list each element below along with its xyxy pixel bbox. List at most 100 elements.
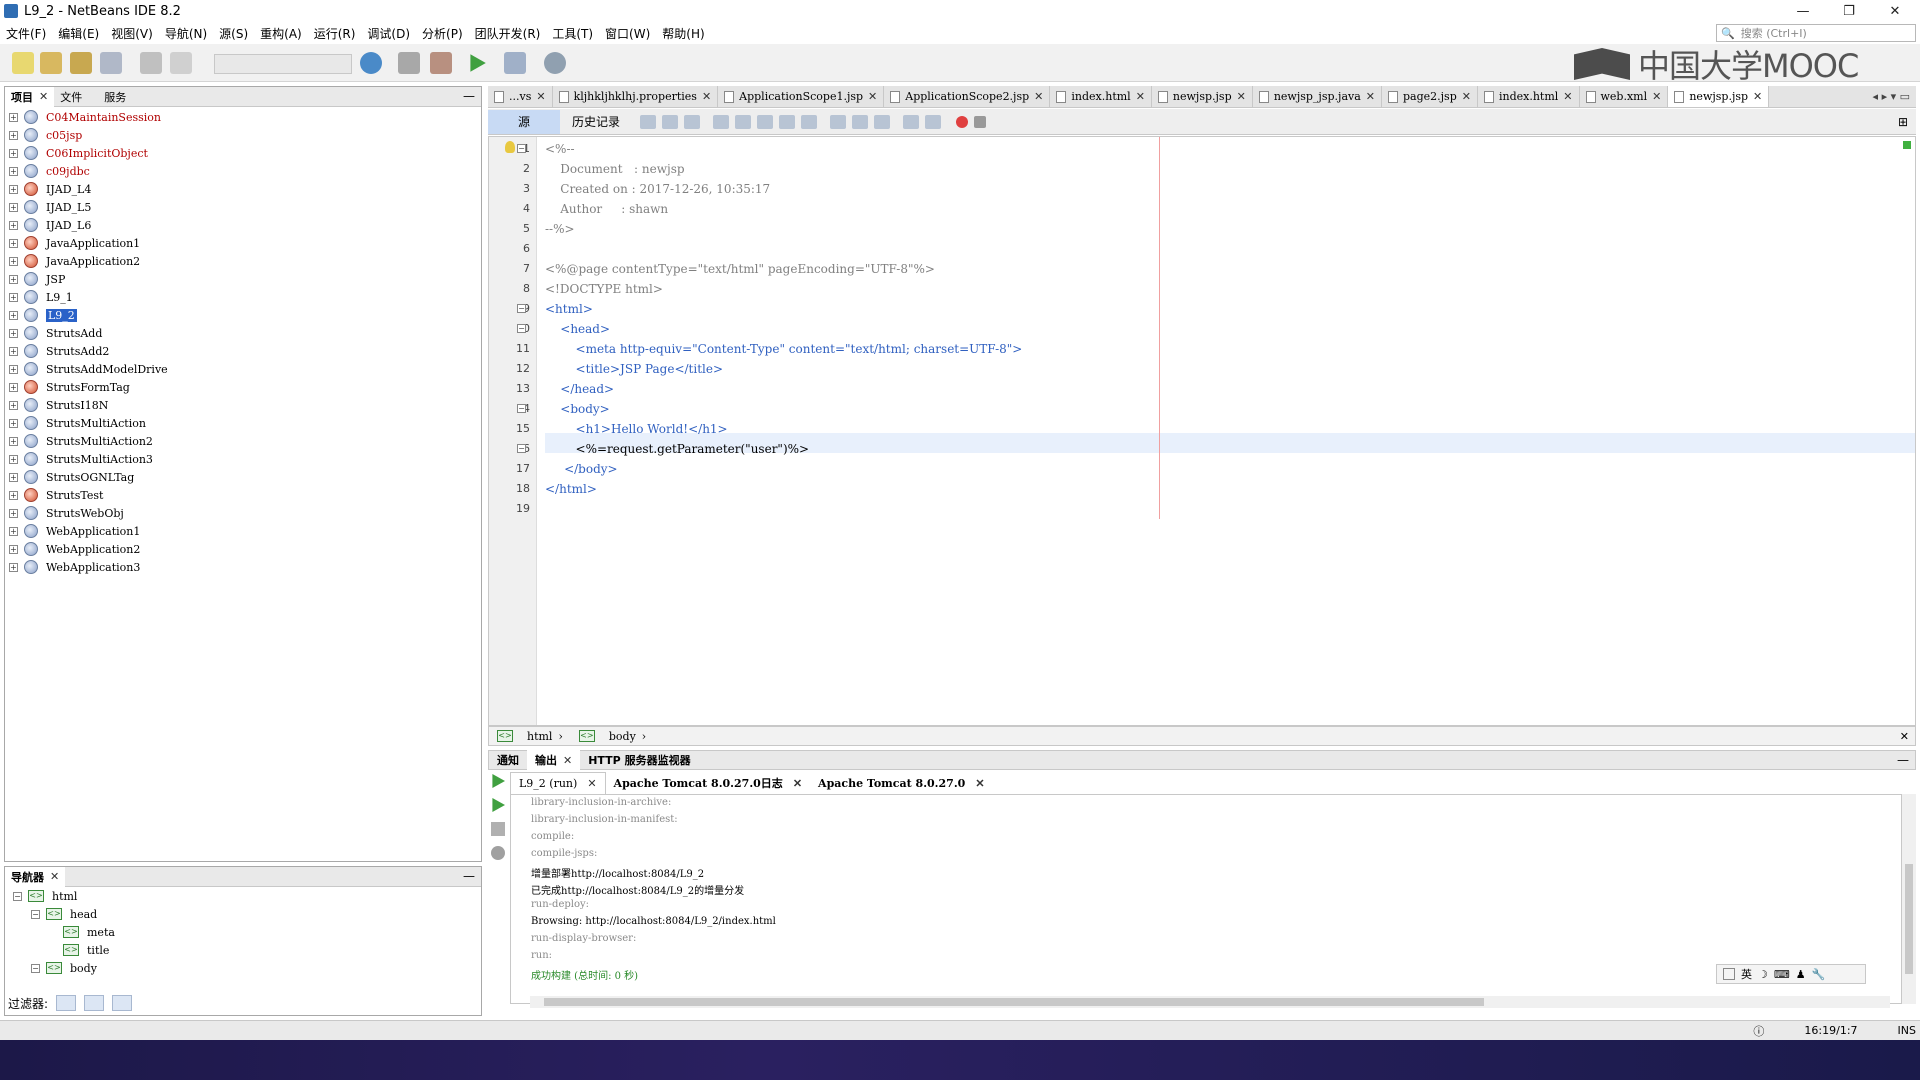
find-previous-icon[interactable] [735,114,752,129]
nav-node-meta[interactable]: <> meta [5,923,481,941]
breadcrumb-html[interactable]: html [527,730,552,743]
expand-icon[interactable]: + [9,544,18,554]
expand-icon[interactable]: + [9,328,18,338]
profile-icon[interactable] [544,52,566,74]
history-mode-button[interactable]: 历史记录 [560,110,632,134]
tab-notifications[interactable]: 通知 [489,750,527,770]
expand-icon[interactable]: + [9,472,18,482]
minimize-panel-icon[interactable]: — [463,869,475,883]
editor-tab[interactable]: ...vs ✕ [488,86,553,107]
project-node[interactable]: + C06ImplicitObject [5,144,481,162]
expand-icon[interactable]: + [9,256,18,266]
open-project-icon[interactable] [70,52,92,74]
user-icon[interactable]: ♟ [1796,968,1806,981]
editor-tab[interactable]: newjsp.jsp ✕ [1668,86,1770,107]
save-all-icon[interactable] [100,52,122,74]
close-icon[interactable]: ✕ [793,777,802,790]
output-vertical-scrollbar[interactable] [1902,794,1916,1004]
expand-icon[interactable]: + [9,562,18,572]
forward-icon[interactable] [684,114,701,129]
project-node[interactable]: + StrutsAddModelDrive [5,360,481,378]
close-icon[interactable]: ✕ [1237,90,1246,103]
menu-edit[interactable]: 编辑(E) [52,25,105,42]
editor-tab[interactable]: page2.jsp ✕ [1382,86,1478,107]
tab-http-monitor[interactable]: HTTP 服务器监视器 [580,750,698,770]
stop-icon[interactable] [491,822,505,836]
expand-icon[interactable]: + [9,184,18,194]
project-node[interactable]: + WebApplication2 [5,540,481,558]
close-icon[interactable]: ✕ [1034,90,1043,103]
close-icon[interactable]: ✕ [1563,90,1572,103]
collapse-icon[interactable]: − [13,891,22,901]
output-horizontal-scrollbar[interactable] [530,996,1890,1008]
project-node[interactable]: + JavaApplication2 [5,252,481,270]
editor-tab[interactable]: newjsp.jsp ✕ [1152,86,1253,107]
close-icon[interactable]: ✕ [1366,90,1375,103]
rerun-with-params-icon[interactable] [492,798,505,812]
expand-icon[interactable]: + [9,364,18,374]
menu-debug[interactable]: 调试(D) [361,25,416,42]
browser-icon[interactable] [360,52,382,74]
toggle-highlight-icon[interactable] [779,114,796,129]
menu-navigate[interactable]: 导航(N) [159,25,213,42]
toggle-bookmark-icon[interactable] [874,114,891,129]
project-node[interactable]: + StrutsMultiAction2 [5,432,481,450]
expand-icon[interactable]: + [9,436,18,446]
shift-left-icon[interactable] [903,114,920,129]
build-icon[interactable] [398,52,420,74]
restore-button[interactable]: ❐ [1826,0,1872,22]
project-node[interactable]: + StrutsWebObj [5,504,481,522]
project-node[interactable]: + StrutsI18N [5,396,481,414]
tab-files[interactable]: 文件 [54,87,88,107]
editor-tab[interactable]: newjsp_jsp.java ✕ [1253,86,1382,107]
tab-navigator[interactable]: 导航器 ✕ [5,866,66,887]
expand-icon[interactable]: + [9,292,18,302]
debug-icon[interactable] [504,52,526,74]
menu-help[interactable]: 帮助(H) [656,25,710,42]
filter-toggle-3[interactable] [112,995,133,1011]
expand-icon[interactable]: + [9,490,18,500]
close-icon[interactable]: ✕ [536,90,545,103]
wrench-icon[interactable]: 🔧 [1812,968,1826,981]
nav-node-head[interactable]: − <> head [5,905,481,923]
hint-bulb-icon[interactable] [505,141,515,153]
collapse-icon[interactable]: − [31,963,40,973]
project-node[interactable]: + c05jsp [5,126,481,144]
expand-icon[interactable]: + [9,166,18,176]
nav-node-html[interactable]: − <> html [5,887,481,905]
project-node[interactable]: + C04MaintainSession [5,108,481,126]
expand-icon[interactable]: + [9,112,18,122]
editor-tab[interactable]: ApplicationScope1.jsp ✕ [718,86,885,107]
run-icon[interactable] [470,54,486,72]
last-edit-icon[interactable] [640,114,657,129]
project-node[interactable]: + StrutsAdd [5,324,481,342]
menu-window[interactable]: 窗口(W) [599,25,656,42]
prev-bookmark-icon[interactable] [830,114,847,129]
source-mode-button[interactable]: 源 [488,109,561,134]
close-icon[interactable]: ✕ [868,90,877,103]
tab-run-output[interactable]: L9_2 (run) ✕ [510,772,606,794]
back-icon[interactable] [662,114,679,129]
fold-toggle-icon[interactable]: − [517,144,526,153]
shift-right-icon[interactable] [925,114,942,129]
expand-icon[interactable]: + [9,310,18,320]
project-node[interactable]: + L9_2 [5,306,481,324]
menu-team[interactable]: 团队开发(R) [469,25,547,42]
project-node[interactable]: + c09jdbc [5,162,481,180]
tab-projects[interactable]: 项目 ✕ [5,86,55,107]
close-icon[interactable]: ✕ [1753,90,1762,103]
editor-tab[interactable]: index.html ✕ [1478,86,1580,107]
close-button[interactable]: ✕ [1872,0,1918,22]
start-macro-icon[interactable] [956,115,969,128]
menu-view[interactable]: 视图(V) [105,25,159,42]
expand-icon[interactable]: + [9,382,18,392]
editor-tab[interactable]: ApplicationScope2.jsp ✕ [884,86,1051,107]
menu-source[interactable]: 源(S) [213,25,254,42]
close-icon[interactable]: ✕ [975,777,984,790]
nav-node-body[interactable]: − <> body [5,959,481,977]
collapse-icon[interactable]: − [31,909,40,919]
fold-toggle-icon[interactable]: − [517,444,526,453]
code-area[interactable]: <%-- Document : newjsp Created on : 2017… [545,137,1915,725]
nav-node-title[interactable]: <> title [5,941,481,959]
close-icon[interactable]: ✕ [702,90,711,103]
